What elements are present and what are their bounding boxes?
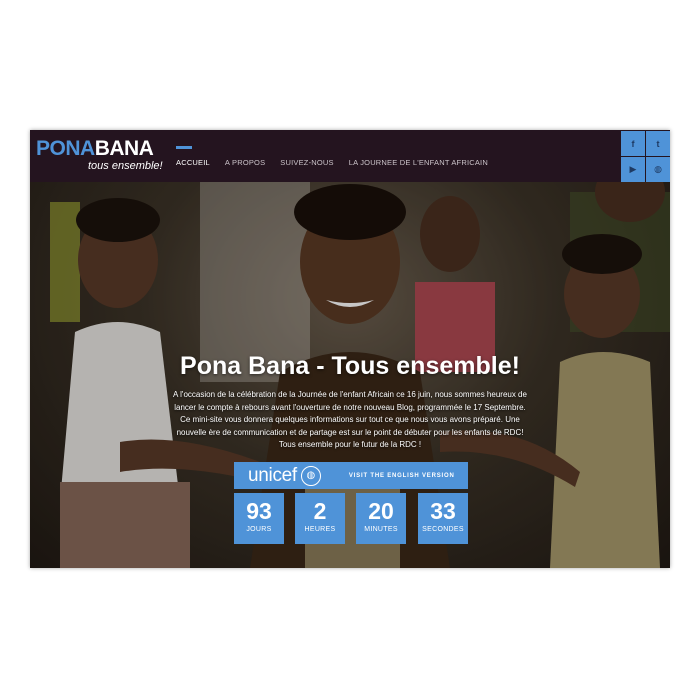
- countdown-days-value: 93: [246, 498, 272, 524]
- hero-line: Ce mini-site vous donnera quelques infor…: [180, 415, 520, 424]
- countdown-minutes-label: MINUTES: [364, 526, 398, 533]
- nav-item-journee-enfant-africain[interactable]: LA JOURNEE DE L'ENFANT AFRICAIN: [349, 130, 488, 182]
- hero-line: nouvelle ère de communication et de part…: [176, 427, 524, 437]
- countdown-seconds-value: 33: [430, 498, 456, 524]
- nav-item-accueil[interactable]: ACCUEIL: [176, 130, 210, 182]
- social-links: f t ▶ ◍: [620, 130, 670, 182]
- countdown-hours-value: 2: [313, 498, 327, 524]
- hero-line: lancer le compte à rebours avant l'ouver…: [174, 402, 526, 412]
- nav-item-a-propos[interactable]: A PROPOS: [225, 130, 265, 182]
- countdown-timer: 93 JOURS 2 HEURES 20 MINUTES 33 SECONDES: [234, 493, 468, 544]
- logo-word-pona: PONA: [36, 137, 95, 160]
- countdown-hours: 2 HEURES: [295, 493, 345, 544]
- logo-word-bana: BANA: [94, 137, 154, 160]
- unicef-emblem-icon: ◍: [300, 465, 321, 486]
- youtube-icon[interactable]: ▶: [621, 157, 645, 182]
- hero-section: Pona Bana - Tous ensemble! A l'occasion …: [30, 182, 670, 568]
- countdown-minutes: 20 MINUTES: [356, 493, 406, 544]
- nav-item-suivez-nous[interactable]: SUIVEZ-NOUS: [280, 130, 333, 182]
- visit-english-version-label: VISIT THE ENGLISH VERSION: [348, 472, 455, 479]
- hero-line: Tous ensemble pour le futur de la RDC !: [278, 440, 422, 449]
- logo-wordmark: PONABANA: [36, 137, 154, 160]
- unicef-english-version-link[interactable]: unicef ◍ VISIT THE ENGLISH VERSION: [234, 462, 468, 489]
- countdown-days: 93 JOURS: [234, 493, 284, 544]
- logo-tagline: tous ensemble!: [88, 160, 163, 172]
- main-nav: ACCUEIL A PROPOS SUIVEZ-NOUS LA JOURNEE …: [176, 130, 503, 182]
- browser-frame: PONABANA tous ensemble! ACCUEIL A PROPOS…: [30, 130, 670, 568]
- hero-title: Pona Bana - Tous ensemble!: [180, 352, 520, 380]
- countdown-minutes-value: 20: [368, 498, 394, 524]
- unicef-logo-text: unicef: [248, 464, 297, 486]
- unicef-icon[interactable]: ◍: [646, 157, 670, 182]
- facebook-icon[interactable]: f: [621, 131, 645, 156]
- countdown-seconds-label: SECONDES: [422, 526, 464, 533]
- countdown-days-label: JOURS: [246, 526, 272, 533]
- countdown-hours-label: HEURES: [304, 526, 336, 533]
- hero-description: A l'occasion de la célébration de la Jou…: [150, 389, 550, 452]
- site-header: PONABANA tous ensemble! ACCUEIL A PROPOS…: [30, 130, 670, 182]
- hero-line: A l'occasion de la célébration de la Jou…: [173, 390, 527, 399]
- countdown-seconds: 33 SECONDES: [418, 493, 468, 544]
- twitter-icon[interactable]: t: [646, 131, 670, 156]
- site-logo[interactable]: PONABANA tous ensemble!: [36, 137, 163, 173]
